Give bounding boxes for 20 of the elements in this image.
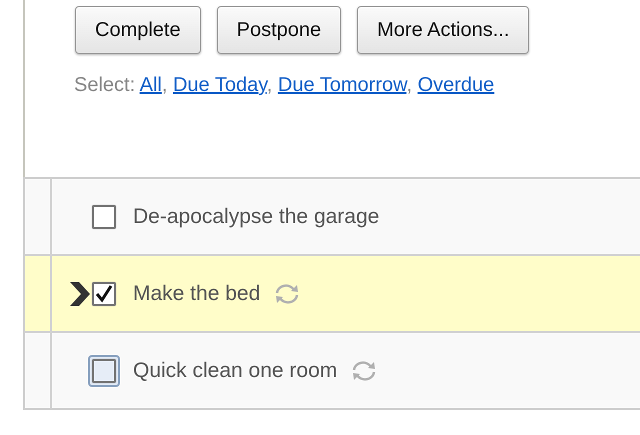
selected-task-row[interactable]: Make the bed	[25, 254, 640, 331]
separator-text: ,	[406, 74, 414, 96]
task-row[interactable]: Quick clean one room	[25, 331, 640, 408]
task-title: Make the bed	[133, 282, 260, 306]
select-label: Select:	[74, 74, 136, 96]
action-button[interactable]: Complete	[75, 6, 201, 54]
task-title: Quick clean one room	[133, 358, 338, 382]
task-checkbox[interactable]	[92, 204, 116, 228]
chevron-icon	[70, 282, 90, 306]
separator-text: ,	[162, 74, 168, 96]
task-row[interactable]: De-apocalypse the garage	[25, 179, 640, 254]
select-link[interactable]: Overdue	[418, 74, 494, 96]
select-link[interactable]: All	[140, 74, 162, 96]
action-button[interactable]: Postpone	[216, 6, 342, 54]
task-title: De-apocalypse the garage	[133, 204, 380, 228]
select-link[interactable]: Due Tomorrow	[278, 74, 406, 96]
action-button[interactable]: More Actions...	[357, 6, 530, 54]
select-link[interactable]: Due Today	[172, 74, 267, 96]
separator-text: ,	[266, 74, 274, 96]
task-checkbox[interactable]	[92, 282, 116, 306]
